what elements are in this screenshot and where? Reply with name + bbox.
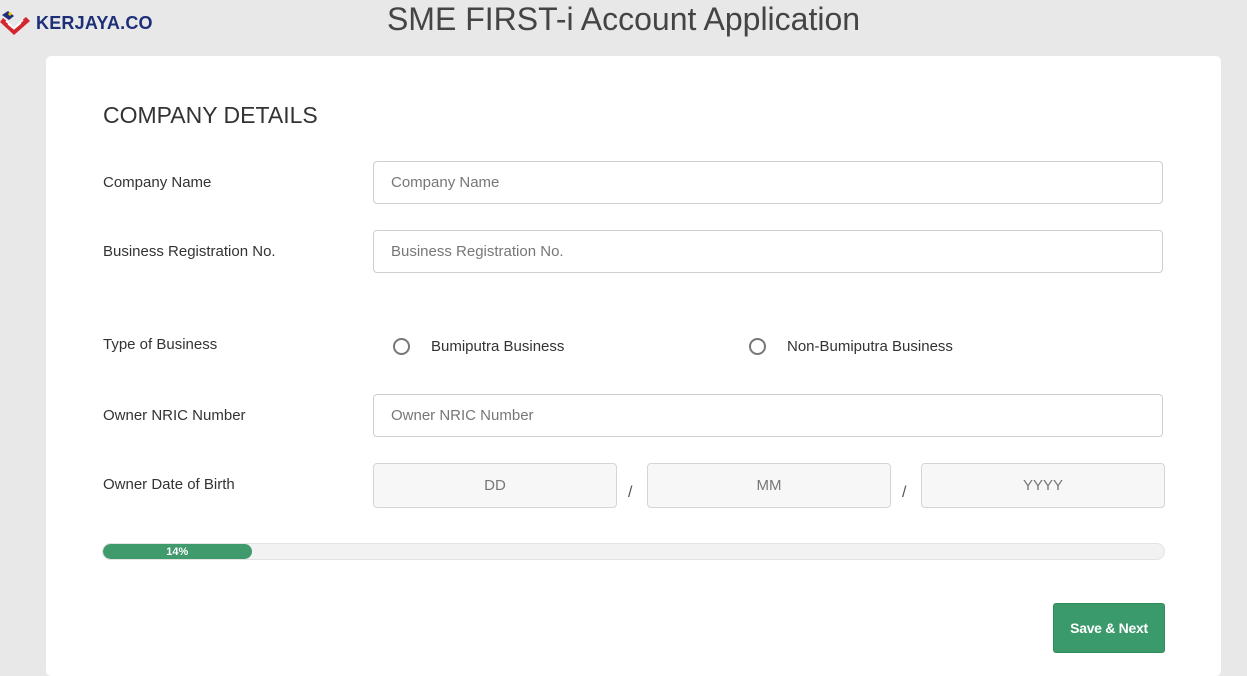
save-next-button[interactable]: Save & Next: [1053, 603, 1165, 653]
progress-bar: 14%: [102, 543, 1165, 560]
business-reg-label: Business Registration No.: [103, 243, 276, 260]
owner-nric-label: Owner NRIC Number: [103, 407, 246, 424]
radio-non-bumiputra-label: Non-Bumiputra Business: [787, 338, 953, 355]
radio-unchecked-icon[interactable]: [393, 338, 410, 355]
business-type-label: Type of Business: [103, 336, 218, 353]
dob-year-input[interactable]: [921, 463, 1165, 508]
progress-label: 14%: [166, 545, 189, 558]
section-title: COMPANY DETAILS: [103, 102, 318, 128]
form-card: COMPANY DETAILS Company Name Business Re…: [46, 56, 1221, 676]
company-name-label: Company Name: [103, 174, 212, 191]
dob-month-input[interactable]: [647, 463, 891, 508]
owner-dob-label: Owner Date of Birth: [103, 476, 235, 493]
dob-separator: /: [628, 484, 633, 501]
dob-separator: /: [902, 484, 907, 501]
page-title: SME FIRST-i Account Application: [386, 1, 861, 37]
business-reg-input[interactable]: [373, 230, 1163, 273]
radio-bumiputra[interactable]: Bumiputra Business: [393, 338, 564, 355]
dob-day-input[interactable]: [373, 463, 617, 508]
owner-nric-input[interactable]: [373, 394, 1163, 437]
company-name-input[interactable]: [373, 161, 1163, 204]
progress-fill: 14%: [103, 544, 252, 559]
radio-non-bumiputra[interactable]: Non-Bumiputra Business: [749, 338, 953, 355]
radio-bumiputra-label: Bumiputra Business: [431, 338, 565, 355]
radio-unchecked-icon[interactable]: [749, 338, 766, 355]
